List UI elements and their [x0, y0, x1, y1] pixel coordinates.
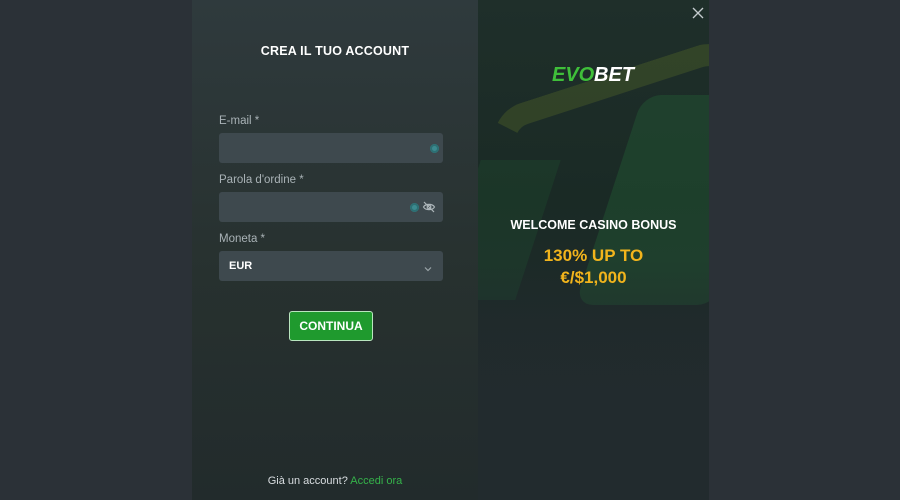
logo-evo: EVO: [552, 64, 595, 86]
status-dot-icon: [410, 203, 419, 212]
evobet-logo: EVO BET: [478, 60, 709, 93]
status-dot-icon: [430, 144, 439, 153]
promo-background-fade: [478, 260, 709, 500]
password-field-container: [219, 192, 443, 222]
close-icon[interactable]: [689, 4, 707, 22]
form-title: CREA IL TUO ACCOUNT: [260, 44, 410, 58]
eye-off-icon[interactable]: [422, 200, 436, 214]
signup-form-panel: CREA IL TUO ACCOUNT E-mail * Parola d'or…: [192, 0, 478, 500]
promo-panel: EVO BET WELCOME CASINO BONUS 130% UP TO …: [478, 0, 709, 500]
email-field-container: [219, 133, 443, 163]
login-link[interactable]: Accedi ora: [350, 475, 402, 487]
currency-value: EUR: [229, 260, 253, 272]
promo-offer-line1: 130% UP TO: [543, 246, 644, 265]
email-label: E-mail *: [219, 115, 260, 127]
promo-heading: WELCOME CASINO BONUS: [510, 218, 677, 232]
email-field[interactable]: [219, 133, 443, 163]
chevron-down-icon: [423, 261, 433, 272]
login-prompt-text: Già un account?: [267, 475, 348, 487]
currency-select[interactable]: EUR: [219, 251, 443, 281]
login-prompt: Già un account? Accedi ora: [192, 475, 478, 487]
password-label: Parola d'ordine *: [219, 174, 304, 186]
logo-bet: BET: [594, 64, 636, 86]
signup-modal: CREA IL TUO ACCOUNT E-mail * Parola d'or…: [192, 0, 709, 500]
promo-offer-line2: €/$1,000: [560, 268, 627, 287]
continue-button[interactable]: CONTINUA: [289, 311, 373, 341]
currency-label: Moneta *: [219, 233, 266, 245]
promo-offer: 130% UP TO €/$1,000: [478, 245, 709, 289]
